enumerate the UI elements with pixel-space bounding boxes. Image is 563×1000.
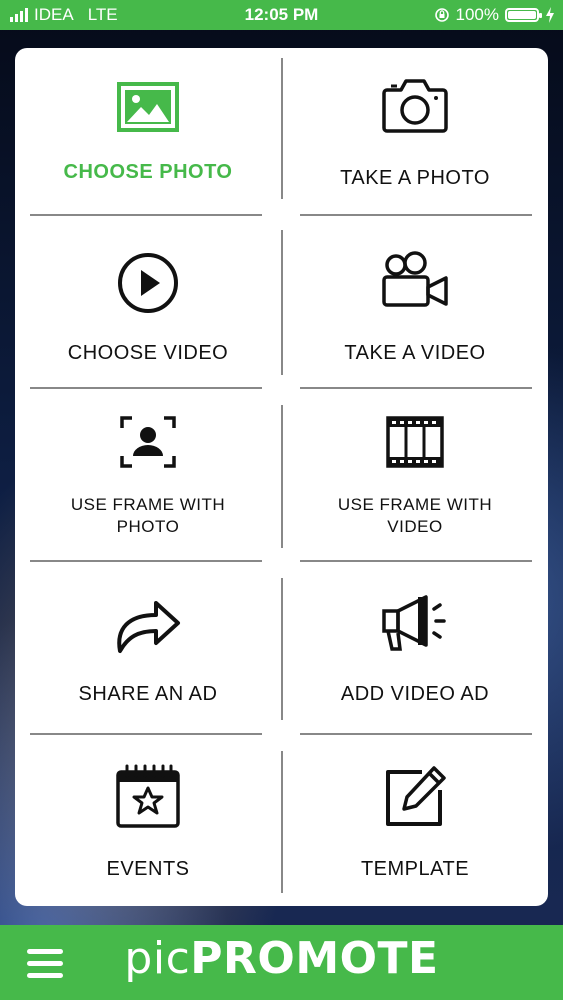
choose-photo-label: CHOOSE PHOTO [63,161,233,183]
logo-prefix: pic [124,933,191,984]
battery-percent: 100% [455,5,499,24]
image-icon [15,82,281,132]
choose-photo-button[interactable]: CHOOSE PHOTO [15,48,281,220]
share-ad-button[interactable]: SHARE AN AD [15,567,281,739]
take-video-button[interactable]: TAKE A VIDEO [282,221,548,393]
add-video-ad-label: ADD VIDEO AD [340,683,490,705]
share-arrow-icon [15,591,281,655]
frame-with-video-label-line1: USE FRAME WITH [337,495,493,514]
status-bar: IDEA LTE 12:05 PM 100% [0,0,563,30]
frame-with-photo-button[interactable]: USE FRAME WITH PHOTO [15,394,281,566]
battery-icon [505,8,542,22]
frame-with-video-label-line2: VIDEO [387,517,443,536]
megaphone-icon [282,591,548,653]
bottom-bar: picPROMOTE [0,925,563,1000]
take-video-label: TAKE A VIDEO [344,342,486,364]
frame-with-photo-label: USE FRAME WITH PHOTO [15,494,281,538]
camera-icon [282,76,548,134]
frame-with-video-button[interactable]: USE FRAME WITH VIDEO [282,394,548,566]
share-ad-label: SHARE AN AD [78,683,218,705]
choose-video-label: CHOOSE VIDEO [67,342,229,364]
frame-with-photo-label-line2: PHOTO [116,517,180,536]
events-label: EVENTS [106,858,190,880]
charging-icon [546,7,554,23]
choose-video-button[interactable]: CHOOSE VIDEO [15,221,281,393]
portrait-frame-icon [15,416,281,468]
play-circle-icon [15,251,281,315]
frame-with-video-label: USE FRAME WITH VIDEO [282,494,548,538]
app-logo: picPROMOTE [0,933,563,984]
film-strip-icon [282,416,548,468]
video-camera-icon [282,251,548,309]
template-label: TEMPLATE [360,858,470,880]
take-photo-button[interactable]: TAKE A PHOTO [282,48,548,220]
rotation-lock-icon [434,8,449,22]
template-button[interactable]: TEMPLATE [282,740,548,912]
calendar-star-icon [15,764,281,830]
frame-with-photo-label-line1: USE FRAME WITH [70,495,226,514]
status-right: 100% [434,5,555,25]
menu-card: CHOOSE PHOTO TAKE A PHOTO CHOOSE VIDEO T… [15,48,548,906]
add-video-ad-button[interactable]: ADD VIDEO AD [282,567,548,739]
edit-icon [282,764,548,830]
take-photo-label: TAKE A PHOTO [340,167,490,189]
logo-suffix: PROMOTE [190,933,439,984]
events-button[interactable]: EVENTS [15,740,281,912]
